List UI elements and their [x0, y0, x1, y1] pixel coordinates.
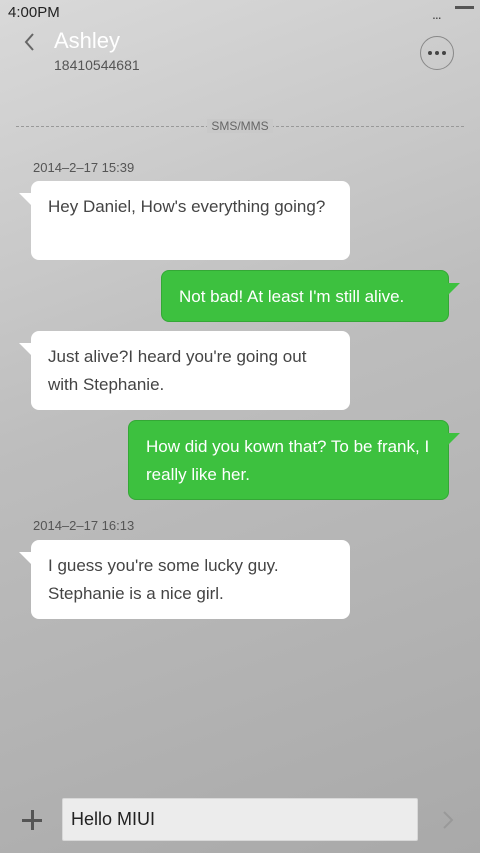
status-bar: 4:00PM ... — [0, 0, 480, 24]
message-bubble-incoming[interactable]: I guess you're some lucky guy. Stephanie… — [19, 540, 350, 619]
message-text: How did you kown that? To be frank, I re… — [146, 437, 430, 484]
plus-icon[interactable] — [20, 808, 44, 832]
message-text: I guess you're some lucky guy. Stephanie… — [48, 556, 279, 603]
status-dots: ... — [432, 6, 442, 22]
message-bubble-outgoing[interactable]: Not bad! At least I'm still alive. — [161, 270, 460, 322]
message-bubble-outgoing[interactable]: How did you kown that? To be frank, I re… — [128, 420, 460, 500]
send-button[interactable] — [438, 808, 458, 832]
message-text: Just alive?I heard you're going out with… — [48, 347, 307, 394]
more-options-button[interactable] — [420, 36, 454, 70]
message-bubble-incoming[interactable]: Just alive?I heard you're going out with… — [19, 331, 350, 410]
battery-icon — [455, 6, 474, 9]
send-arrow-icon — [443, 811, 454, 829]
contact-name: Ashley — [54, 28, 121, 53]
back-button[interactable] — [18, 30, 42, 54]
conversation-header: Ashley 18410544681 — [0, 24, 480, 84]
channel-label-text: SMS/MMS — [207, 119, 273, 133]
message-bubble-incoming[interactable]: Hey Daniel, How's everything going? — [19, 181, 350, 260]
more-options-icon — [428, 51, 432, 55]
message-timestamp: 2014–2–17 15:39 — [33, 160, 135, 175]
message-input[interactable] — [62, 798, 418, 841]
message-timestamp: 2014–2–17 16:13 — [33, 518, 135, 533]
composer-bar — [0, 788, 480, 853]
message-text: Hey Daniel, How's everything going? — [48, 197, 326, 216]
channel-label: SMS/MMS — [0, 119, 480, 133]
contact-number: 18410544681 — [54, 57, 140, 73]
message-text: Not bad! At least I'm still alive. — [179, 287, 405, 306]
status-time: 4:00PM — [8, 4, 60, 21]
chevron-left-icon — [24, 33, 34, 51]
